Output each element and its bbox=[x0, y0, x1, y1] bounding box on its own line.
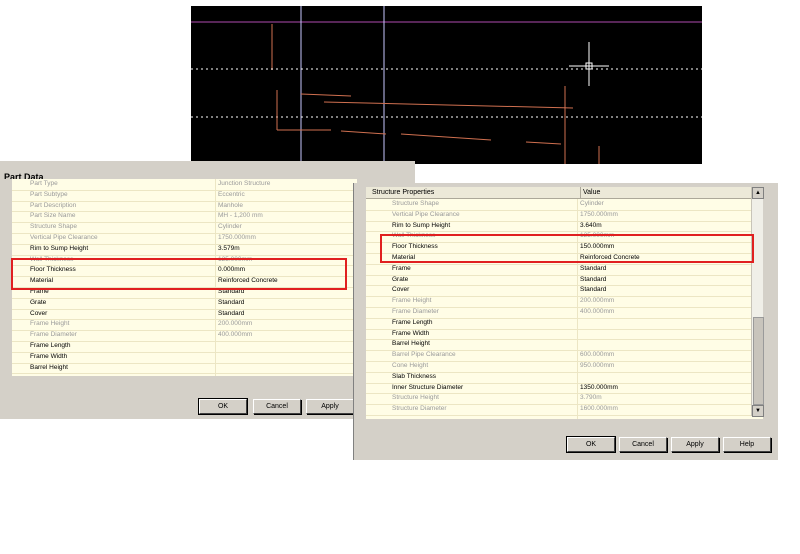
property-name: Barrel Pipe Clearance bbox=[392, 351, 456, 359]
property-name: Frame bbox=[392, 264, 411, 272]
help-button[interactable]: Help bbox=[723, 437, 771, 452]
cancel-button[interactable]: Cancel bbox=[253, 399, 301, 414]
property-name: Frame Width bbox=[30, 352, 68, 360]
cancel-button[interactable]: Cancel bbox=[619, 437, 667, 452]
scroll-down-icon[interactable]: ▼ bbox=[752, 405, 764, 417]
apply-button[interactable]: Apply bbox=[671, 437, 719, 452]
property-value: Cylinder bbox=[580, 200, 604, 207]
property-value: Manhole bbox=[218, 201, 243, 209]
cad-pipe-line bbox=[323, 101, 574, 109]
property-name: Cover bbox=[30, 309, 48, 317]
structure-properties-dialog: Structure Properties Value Structure Sha… bbox=[353, 183, 778, 460]
property-name: Frame Width bbox=[392, 329, 430, 337]
property-name: Structure Height bbox=[392, 394, 439, 402]
property-value[interactable]: Standard bbox=[580, 285, 606, 295]
property-value: 200.000mm bbox=[218, 320, 253, 328]
property-value[interactable]: 3.640m bbox=[580, 221, 602, 231]
structure-properties-grid: Structure Shape Cylinder Vertical Pipe Cle… bbox=[366, 199, 763, 419]
property-value: 200.000mm bbox=[580, 297, 615, 305]
property-value: 400.000mm bbox=[580, 308, 615, 315]
property-name: Grate bbox=[30, 298, 47, 306]
property-value[interactable]: Standard bbox=[580, 275, 606, 285]
property-name: Rim to Sump Height bbox=[30, 244, 89, 252]
cad-pipe-line bbox=[525, 141, 562, 145]
property-value[interactable]: 3.579m bbox=[218, 244, 240, 254]
property-name: Vertical Pipe Clearance bbox=[392, 210, 460, 218]
property-value: 1600.000mm bbox=[580, 405, 618, 413]
property-value: Eccentric bbox=[218, 190, 245, 198]
property-value: Junction Structure bbox=[218, 180, 271, 187]
property-name: Cover bbox=[392, 286, 410, 294]
property-name: Part Subtype bbox=[30, 190, 68, 198]
property-name: Part Type bbox=[30, 180, 58, 187]
property-name: Frame Length bbox=[30, 342, 71, 349]
property-name: Frame Height bbox=[392, 297, 432, 305]
property-value[interactable]: Standard bbox=[218, 298, 244, 308]
property-name: Rim to Sump Height bbox=[392, 221, 451, 229]
property-name: Barrel Height bbox=[30, 363, 68, 371]
cad-drawing bbox=[191, 6, 702, 164]
vertical-scrollbar[interactable]: ▲ ▼ bbox=[751, 187, 764, 417]
property-name: Frame Height bbox=[30, 320, 70, 328]
property-name: Vertical Pipe Clearance bbox=[30, 234, 98, 241]
property-name: Part Size Name bbox=[30, 212, 76, 220]
property-row[interactable]: Barrel Height bbox=[12, 363, 357, 375]
property-name: Cone Height bbox=[392, 362, 429, 369]
property-value: Cylinder bbox=[218, 223, 242, 231]
scrollbar-thumb[interactable] bbox=[753, 317, 764, 405]
property-name: Inner Structure Diameter bbox=[392, 383, 464, 391]
property-value: MH - 1,200 mm bbox=[218, 212, 263, 220]
property-name: Frame Diameter bbox=[30, 331, 77, 339]
grid-header: Structure Properties Value bbox=[366, 187, 763, 199]
ok-button[interactable]: OK bbox=[566, 436, 616, 453]
property-value[interactable]: Standard bbox=[218, 309, 244, 319]
property-name: Structure Diameter bbox=[392, 405, 447, 413]
ok-button[interactable]: OK bbox=[198, 398, 248, 415]
cad-pipe-line bbox=[400, 133, 492, 141]
property-name: Barrel Height bbox=[392, 340, 430, 348]
property-name: Structure Shape bbox=[30, 223, 77, 231]
property-name: Part Description bbox=[30, 201, 77, 209]
property-name: Grate bbox=[392, 275, 409, 283]
property-value[interactable]: 1350.000mm bbox=[580, 383, 618, 393]
section-title: Part Data bbox=[4, 172, 44, 179]
scroll-up-icon[interactable]: ▲ bbox=[752, 187, 764, 199]
property-value: 600.000mm bbox=[580, 351, 615, 359]
property-value[interactable]: Standard bbox=[580, 264, 606, 274]
highlight-box-right bbox=[380, 234, 754, 263]
property-value: 3.790m bbox=[580, 394, 602, 402]
property-name: Structure Shape bbox=[392, 200, 439, 207]
property-name: Frame Diameter bbox=[392, 308, 439, 315]
apply-button[interactable]: Apply bbox=[306, 399, 354, 414]
property-name: Slab Thickness bbox=[392, 372, 436, 380]
property-value: 1750.000mm bbox=[218, 234, 256, 241]
cad-viewport[interactable] bbox=[191, 6, 702, 164]
property-value: 1750.000mm bbox=[580, 210, 618, 218]
property-row[interactable]: Structure Diameter 1600.000mm bbox=[366, 404, 751, 416]
cad-pipe-line bbox=[340, 130, 387, 135]
property-value: 950.000mm bbox=[580, 362, 615, 369]
property-value: 400.000mm bbox=[218, 331, 253, 339]
cad-pipe-line bbox=[300, 93, 352, 97]
property-name: Frame Length bbox=[392, 318, 433, 326]
column-header-property[interactable]: Structure Properties bbox=[372, 187, 434, 198]
highlight-box-left bbox=[11, 258, 347, 290]
column-header-value[interactable]: Value bbox=[580, 187, 600, 198]
